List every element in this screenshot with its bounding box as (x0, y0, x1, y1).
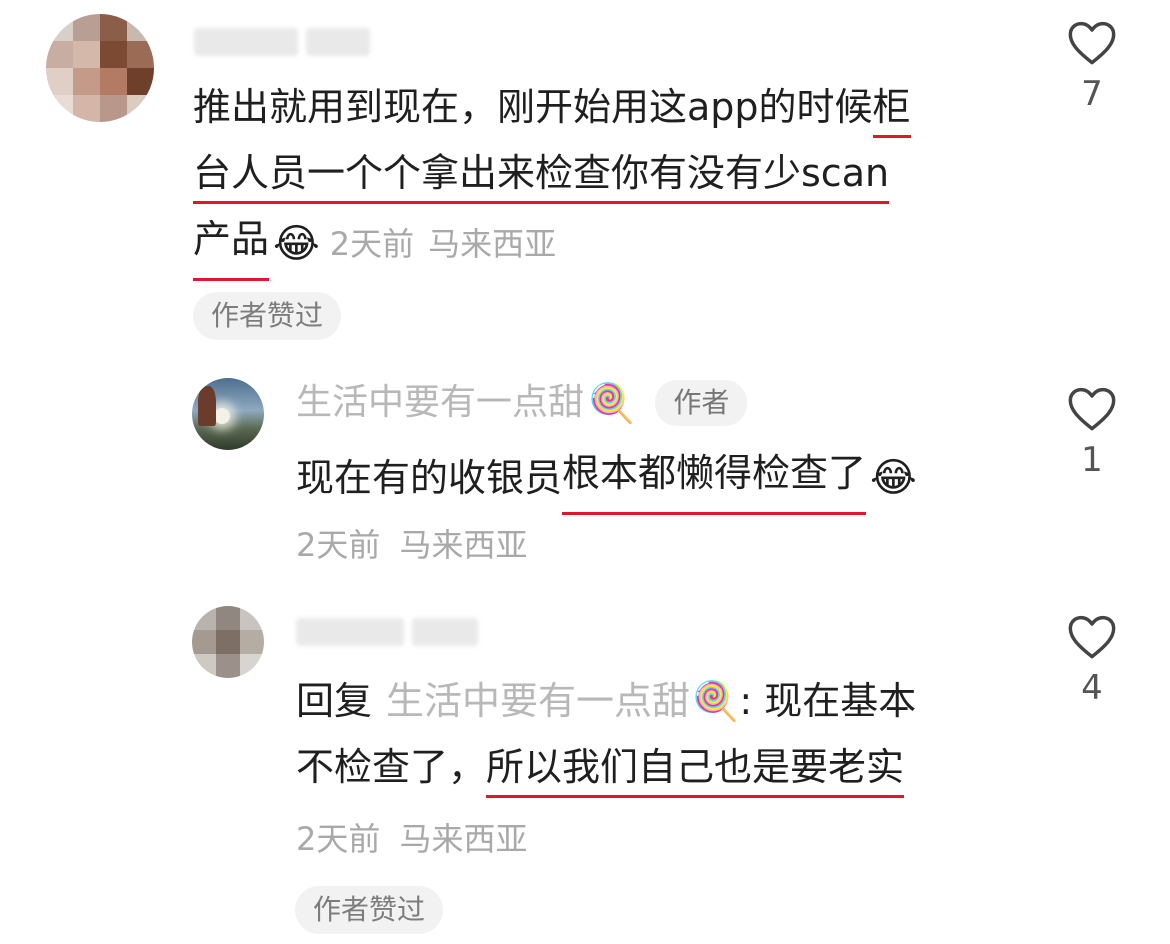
lollipop-emoji-icon: 🍭 (692, 679, 740, 723)
lollipop-emoji-icon: 🍭 (588, 380, 636, 425)
comment-meta: 2天前 马来西亚 (296, 520, 527, 566)
comment-location: 马来西亚 (399, 526, 528, 564)
comment-location: 马来西亚 (399, 820, 528, 858)
like-count: 7 (1081, 74, 1103, 114)
like-count: 1 (1081, 440, 1103, 480)
like-button[interactable]: 4 (1064, 612, 1120, 708)
avatar[interactable] (192, 606, 264, 678)
heart-icon[interactable] (1066, 612, 1118, 660)
author-liked-badge: 作者赞过 (295, 886, 444, 934)
heart-icon[interactable] (1066, 18, 1118, 66)
comment-meta: 2天前 马来西亚 (296, 814, 527, 860)
reply-label: 回复 (296, 679, 373, 723)
laughing-crying-emoji-icon: 😂 (870, 454, 917, 501)
author-tag: 作者 (655, 380, 748, 426)
username[interactable]: 生活中要有一点甜 (296, 381, 584, 425)
like-button[interactable]: 1 (1064, 384, 1120, 480)
comment-time: 2天前 (296, 526, 381, 564)
laughing-crying-emoji-icon: 😂 (273, 220, 320, 267)
username-blurred[interactable] (194, 24, 370, 60)
comment-time: 2天前 (296, 820, 381, 858)
like-button[interactable]: 7 (1064, 18, 1120, 114)
heart-icon[interactable] (1066, 384, 1118, 432)
comment-location: 马来西亚 (428, 224, 557, 263)
comment-text: 回复 生活中要有一点甜 🍭 : 现在基本 不检查了，所以我们自己也是要老实 (296, 668, 916, 800)
avatar[interactable] (192, 378, 264, 450)
avatar[interactable] (46, 14, 154, 122)
reply-to-username[interactable]: 生活中要有一点甜 (386, 668, 690, 734)
username-blurred[interactable] (296, 614, 478, 650)
author-liked-badge: 作者赞过 (193, 292, 342, 340)
comment-time: 2天前 (329, 224, 415, 263)
comment-text: 现在有的收银员 根本都懒得检查了 😂 (296, 440, 917, 515)
comment-text: 推出就用到现在，刚开始用这app的时候柜 台人员一个个拿出来检查你有没有少sca… (193, 74, 1023, 281)
comment-header: 生活中要有一点甜 🍭 作者 (296, 380, 748, 426)
like-count: 4 (1081, 668, 1103, 708)
